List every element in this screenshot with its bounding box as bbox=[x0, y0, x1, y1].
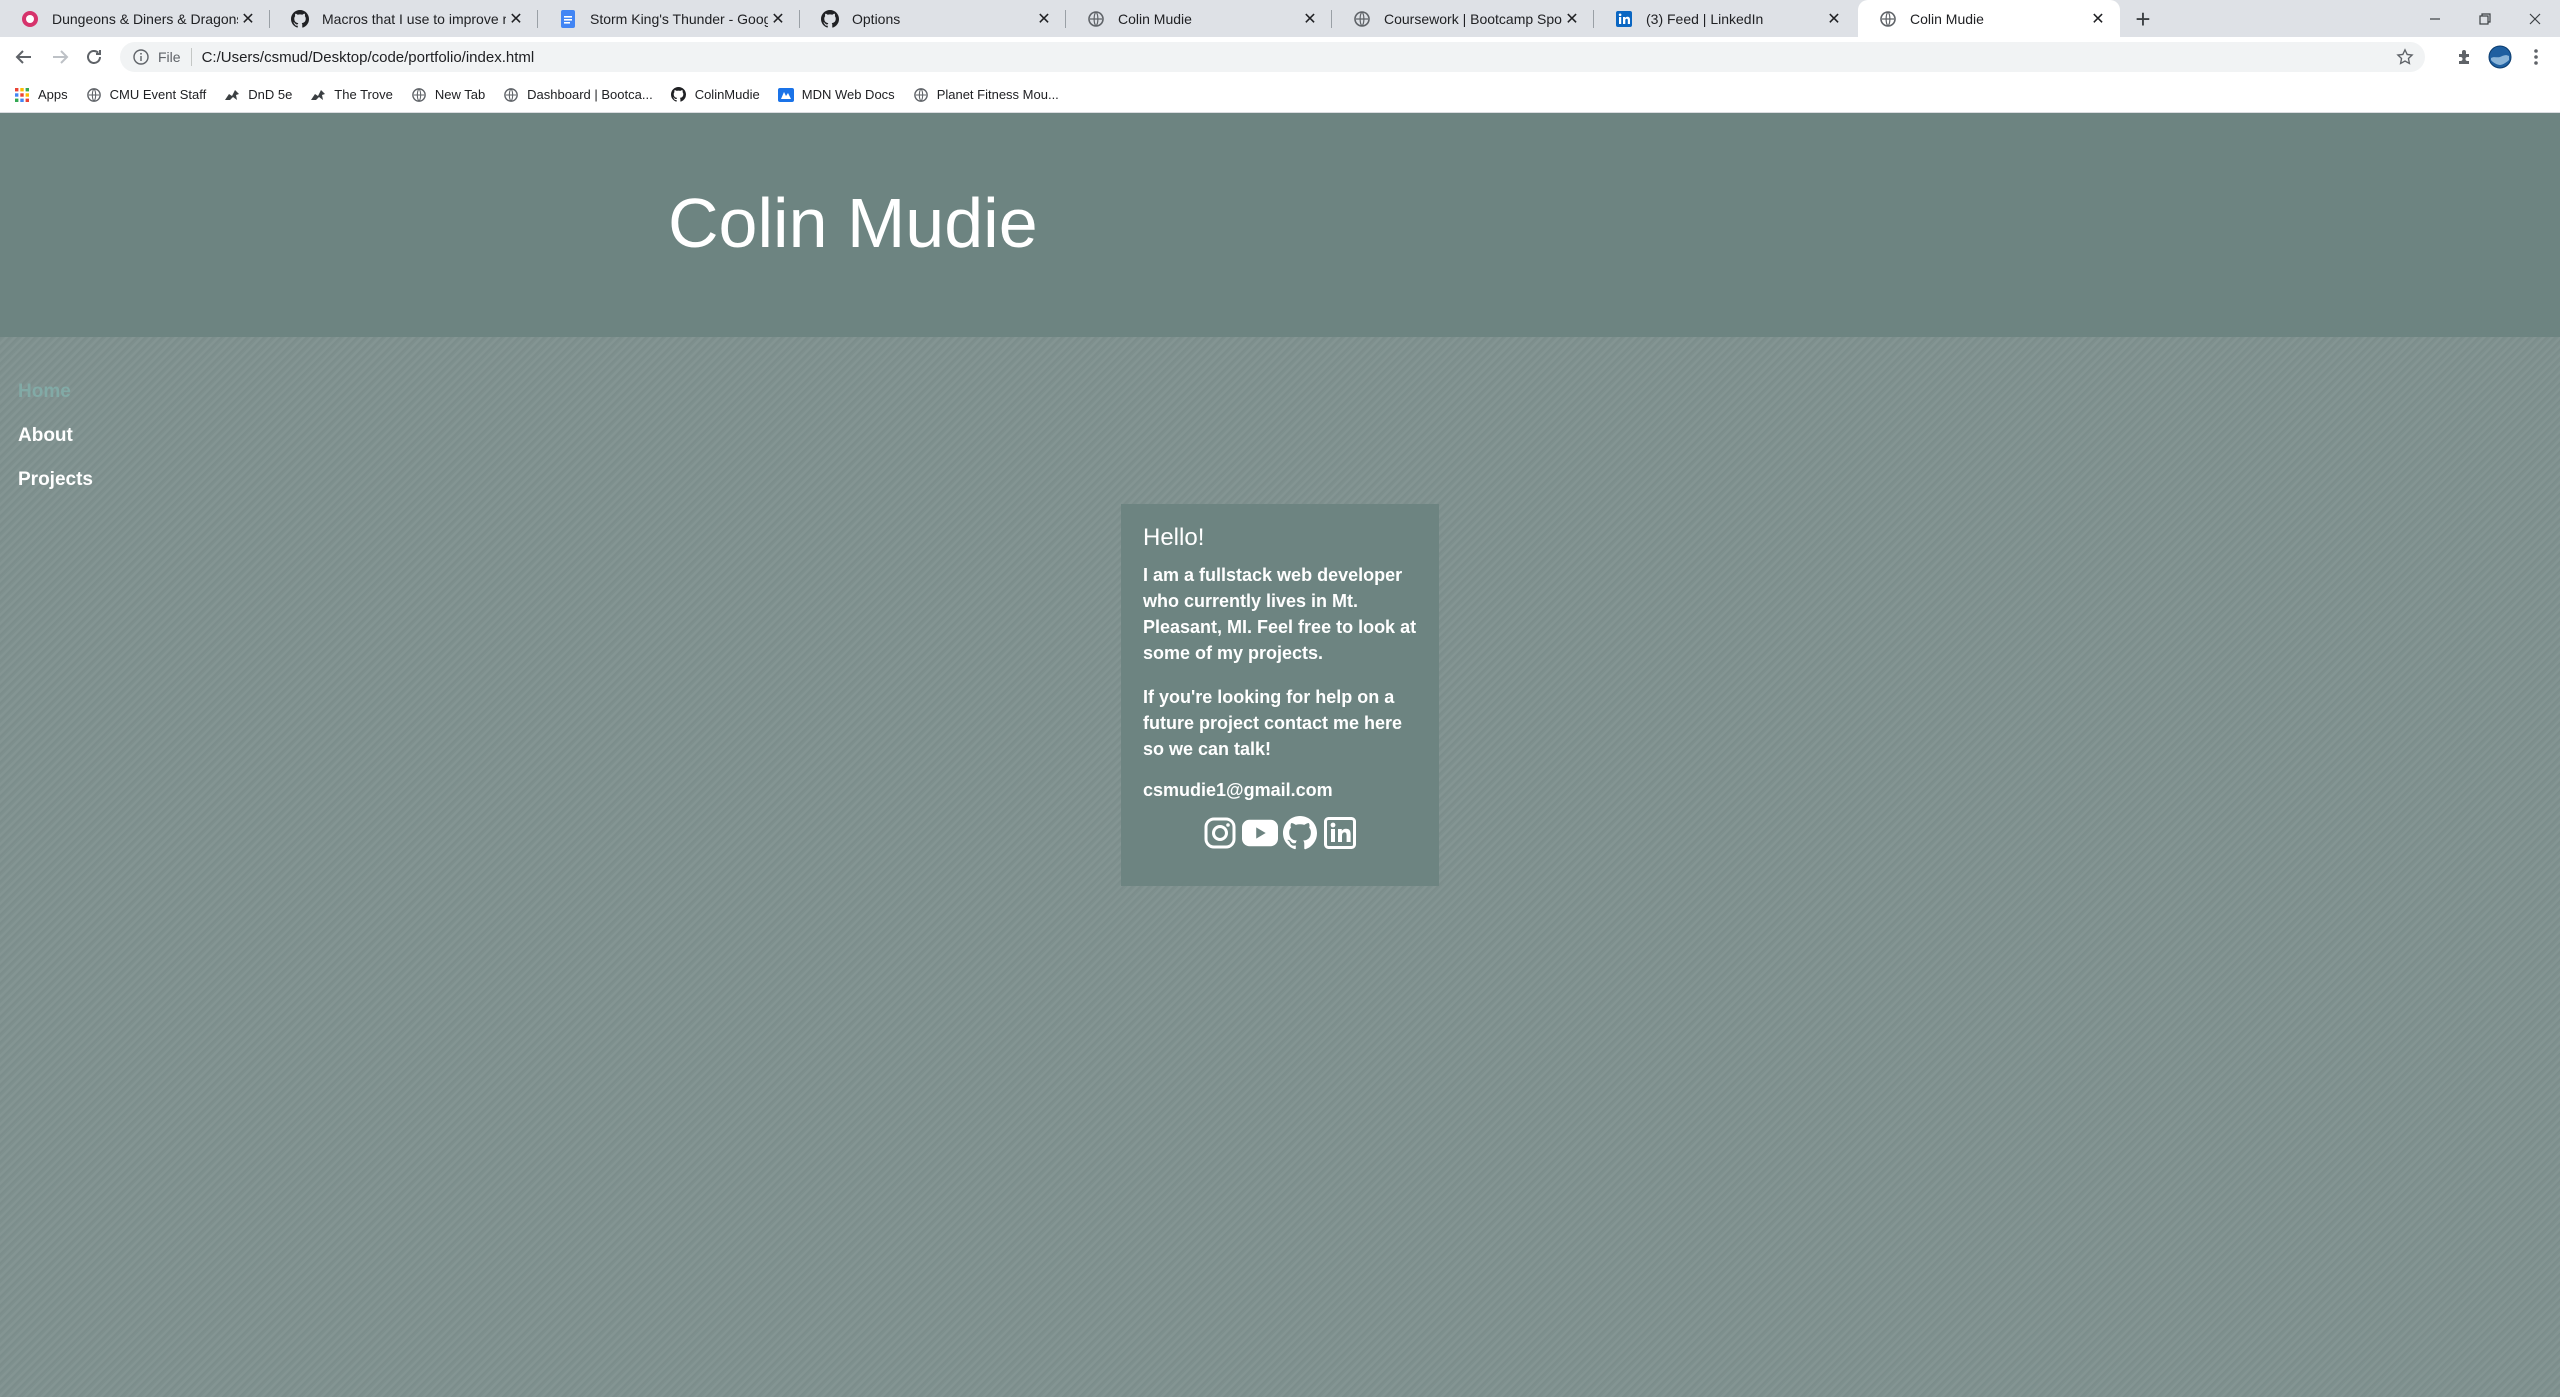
new-tab-button[interactable]: + bbox=[2128, 4, 2158, 34]
tab-title: Colin Mudie bbox=[1910, 10, 1984, 27]
bookmark-planet-fitness[interactable]: Planet Fitness Mou... bbox=[913, 81, 1067, 109]
minimize-icon[interactable] bbox=[2410, 0, 2460, 37]
bookmark-label: New Tab bbox=[434, 87, 486, 102]
browser-toolbar: File C:/Users/csmud/Desktop/code/portfol… bbox=[0, 37, 2560, 77]
tab-title: Coursework | Bootcamp Spot bbox=[1384, 10, 1562, 27]
url-text[interactable]: C:/Users/csmud/Desktop/code/portfolio/in… bbox=[202, 49, 535, 66]
bookmark-label: The Trove bbox=[334, 87, 393, 102]
site-title: Colin Mudie bbox=[668, 184, 1038, 262]
contact-paragraph: If you're looking for help on a future p… bbox=[1143, 687, 1403, 759]
globe-icon bbox=[1086, 9, 1106, 29]
intro-card: Hello! I am a fullstack web developer wh… bbox=[1121, 504, 1439, 886]
close-window-icon[interactable] bbox=[2510, 0, 2560, 37]
bookmark-label: MDN Web Docs bbox=[801, 87, 895, 102]
bookmark-the-trove[interactable]: The Trove bbox=[310, 81, 401, 109]
tab-linkedin-feed[interactable]: (3) Feed | LinkedIn ✕ bbox=[1594, 0, 1856, 37]
close-tab-icon[interactable]: ✕ bbox=[506, 9, 526, 29]
bookmarks-bar: Apps CMU Event Staff DnD 5e The Trove Ne… bbox=[0, 77, 2560, 113]
close-tab-icon[interactable]: ✕ bbox=[1562, 9, 1582, 29]
mdn-icon bbox=[777, 87, 794, 103]
google-docs-icon bbox=[558, 9, 578, 29]
bookmark-label: ColinMudie bbox=[694, 87, 760, 102]
reload-icon[interactable] bbox=[80, 43, 108, 71]
forward-arrow-icon[interactable] bbox=[46, 43, 74, 71]
nav-link-about[interactable]: About bbox=[18, 425, 93, 469]
apps-grid-icon bbox=[14, 87, 30, 103]
close-tab-icon[interactable]: ✕ bbox=[1034, 9, 1054, 29]
bookmark-dashboard[interactable]: Dashboard | Bootca... bbox=[503, 81, 661, 109]
tab-title: Options bbox=[852, 10, 901, 27]
bookmark-star-icon[interactable] bbox=[2395, 47, 2415, 67]
tab-colin-mudie-active[interactable]: Colin Mudie ✕ bbox=[1858, 0, 2120, 37]
tab-strip: Dungeons & Diners & Dragons & ✕ Macros t… bbox=[0, 0, 2560, 37]
restore-icon[interactable] bbox=[2460, 0, 2510, 37]
tab-title: Storm King's Thunder - Google D bbox=[590, 10, 768, 27]
globe-icon bbox=[411, 87, 427, 103]
tab-storm-kings-thunder[interactable]: Storm King's Thunder - Google D ✕ bbox=[538, 0, 800, 37]
bookmark-label: Apps bbox=[38, 87, 68, 102]
instagram-icon[interactable] bbox=[1202, 815, 1238, 851]
email-address[interactable]: csmudie1@gmail.com bbox=[1143, 780, 1417, 801]
close-tab-icon[interactable]: ✕ bbox=[1300, 9, 1320, 29]
social-links bbox=[1143, 815, 1417, 851]
bookmark-apps[interactable]: Apps bbox=[14, 81, 76, 109]
bookmark-label: DnD 5e bbox=[248, 87, 293, 102]
card-heading: Hello! bbox=[1143, 524, 1205, 551]
bookmark-new-tab[interactable]: New Tab bbox=[411, 81, 493, 109]
tab-coursework[interactable]: Coursework | Bootcamp Spot ✕ bbox=[1332, 0, 1594, 37]
globe-icon bbox=[86, 87, 102, 103]
side-navigation: Home About Projects bbox=[18, 381, 93, 513]
github-icon bbox=[290, 9, 310, 29]
profile-avatar-icon[interactable] bbox=[2488, 45, 2512, 69]
tab-dungeons-diners[interactable]: Dungeons & Diners & Dragons & ✕ bbox=[0, 0, 270, 37]
bookmark-colinmudie[interactable]: ColinMudie bbox=[671, 81, 768, 109]
bookmark-cmu-event-staff[interactable]: CMU Event Staff bbox=[86, 81, 215, 109]
bookmark-dnd-5e[interactable]: DnD 5e bbox=[224, 81, 300, 109]
tab-title: Dungeons & Diners & Dragons & bbox=[52, 10, 238, 27]
youtube-icon[interactable] bbox=[1242, 815, 1278, 851]
nav-link-projects[interactable]: Projects bbox=[18, 469, 93, 513]
tab-macros[interactable]: Macros that I use to improve my ✕ bbox=[270, 0, 538, 37]
bookmark-label: Dashboard | Bootca... bbox=[527, 87, 653, 102]
address-bar[interactable]: File C:/Users/csmud/Desktop/code/portfol… bbox=[120, 42, 2425, 72]
url-scheme-label: File bbox=[158, 48, 192, 66]
globe-icon bbox=[913, 87, 929, 103]
tab-title: (3) Feed | LinkedIn bbox=[1646, 10, 1764, 27]
tab-title: Macros that I use to improve my bbox=[322, 10, 506, 27]
bookmark-label: CMU Event Staff bbox=[109, 87, 207, 102]
tab-options[interactable]: Options ✕ bbox=[800, 0, 1066, 37]
globe-icon bbox=[503, 87, 519, 103]
extensions-puzzle-icon[interactable] bbox=[2453, 45, 2477, 69]
close-tab-icon[interactable]: ✕ bbox=[2088, 9, 2108, 29]
back-arrow-icon[interactable] bbox=[10, 43, 38, 71]
nav-link-home[interactable]: Home bbox=[18, 381, 93, 425]
linkedin-icon bbox=[1614, 9, 1634, 29]
close-tab-icon[interactable]: ✕ bbox=[1824, 9, 1844, 29]
linkedin-icon[interactable] bbox=[1322, 815, 1358, 851]
github-icon bbox=[820, 9, 840, 29]
dragon-icon bbox=[310, 87, 326, 103]
github-icon bbox=[671, 87, 687, 103]
globe-icon bbox=[1352, 9, 1372, 29]
dnd-icon bbox=[20, 9, 40, 29]
close-tab-icon[interactable]: ✕ bbox=[238, 9, 258, 29]
tab-title: Colin Mudie bbox=[1118, 10, 1192, 27]
github-icon[interactable] bbox=[1282, 815, 1318, 851]
bookmark-mdn-web-docs[interactable]: MDN Web Docs bbox=[777, 81, 903, 109]
menu-kebab-icon[interactable] bbox=[2524, 45, 2548, 69]
info-icon[interactable] bbox=[132, 48, 150, 66]
tab-colin-mudie-1[interactable]: Colin Mudie ✕ bbox=[1066, 0, 1332, 37]
intro-paragraph: I am a fullstack web developer who curre… bbox=[1143, 565, 1417, 663]
dragon-icon bbox=[224, 87, 240, 103]
page-viewport: Colin Mudie Home About Projects Hello! I… bbox=[0, 113, 2560, 1397]
site-header: Colin Mudie bbox=[0, 113, 2560, 337]
globe-icon bbox=[1878, 9, 1898, 29]
close-tab-icon[interactable]: ✕ bbox=[768, 9, 788, 29]
bookmark-label: Planet Fitness Mou... bbox=[936, 87, 1059, 102]
